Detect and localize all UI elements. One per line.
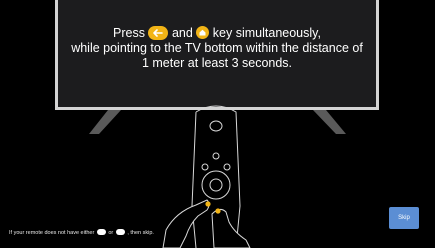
instruction-line-1: Press and key simultaneously, [58, 26, 376, 41]
hint-or: or [108, 230, 114, 236]
home-icon [196, 26, 210, 39]
instruction-line-2: while pointing to the TV bottom within t… [71, 41, 363, 55]
and-text: and [171, 26, 193, 40]
pairing-instruction: Press and key simultaneously, while poin… [58, 26, 376, 71]
back-key-mini-icon [96, 229, 106, 235]
tv-illustration-screen: Press and key simultaneously, while poin… [55, 0, 379, 110]
back-key-marker [205, 201, 211, 207]
back-arrow-icon [148, 26, 169, 40]
skip-hint: If your remote does not have either or ,… [9, 229, 154, 236]
key-rest-text: key simultaneously, [212, 26, 321, 40]
home-key-mini-icon [115, 229, 125, 235]
remote-control [191, 105, 241, 248]
hands [162, 199, 251, 248]
tv-stand [89, 110, 346, 134]
press-text: Press [113, 26, 145, 40]
skip-button[interactable]: Skip [389, 207, 419, 229]
instruction-line-3: 1 meter at least 3 seconds. [141, 56, 293, 70]
home-key-marker [215, 208, 221, 214]
hint-suffix: , then skip. [127, 230, 154, 236]
hint-prefix: If your remote does not have either [9, 230, 95, 236]
